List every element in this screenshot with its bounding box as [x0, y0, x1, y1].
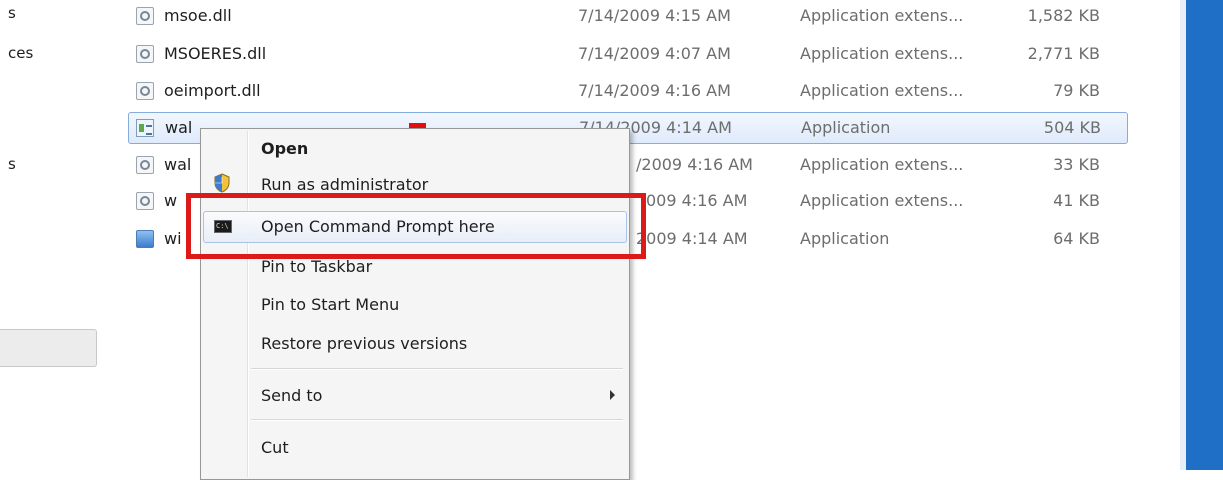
file-row-msoeres[interactable]: MSOERES.dll 7/14/2009 4:07 AM Applicatio… [128, 40, 1128, 70]
nav-item-1[interactable]: s [8, 4, 16, 22]
menu-separator [251, 419, 623, 421]
file-date: 009 4:16 AM [646, 191, 748, 210]
nav-scrollbar-thumb[interactable] [0, 329, 97, 367]
dll-file-icon [136, 82, 154, 100]
file-size: 33 KB [1053, 155, 1100, 174]
annotation-highlight-box [186, 193, 646, 259]
file-size: 1,582 KB [1027, 6, 1100, 25]
file-date: 2009 4:14 AM [636, 229, 748, 248]
file-size: 41 KB [1053, 191, 1100, 210]
file-name: wal [165, 118, 193, 137]
menu-item-send-to[interactable]: Send to [203, 380, 627, 412]
file-type: Application extens... [800, 191, 964, 210]
file-name: MSOERES.dll [164, 44, 267, 63]
menu-item-open[interactable]: Open [203, 133, 627, 165]
menu-item-cut[interactable]: Cut [203, 432, 627, 464]
menu-label-send-to: Send to [261, 386, 323, 405]
menu-label-restore-previous-versions: Restore previous versions [261, 334, 468, 353]
file-row-oeimport[interactable]: oeimport.dll 7/14/2009 4:16 AM Applicati… [128, 77, 1128, 107]
file-row-msoe[interactable]: msoe.dll 7/14/2009 4:15 AM Application e… [128, 2, 1128, 32]
executable-file-icon [136, 119, 154, 137]
file-date: 7/14/2009 4:16 AM [578, 81, 731, 100]
file-name: msoe.dll [164, 6, 232, 25]
menu-item-restore-previous-versions[interactable]: Restore previous versions [203, 328, 627, 360]
menu-label-open: Open [261, 139, 309, 158]
menu-item-pin-to-start-menu[interactable]: Pin to Start Menu [203, 289, 627, 321]
menu-label-cut: Cut [261, 438, 289, 457]
dll-file-icon [136, 7, 154, 25]
menu-separator [251, 368, 623, 370]
file-type: Application [800, 229, 890, 248]
file-name: wal [164, 155, 192, 174]
file-type: Application extens... [800, 44, 964, 63]
file-type: Application [801, 118, 891, 137]
dll-file-icon [136, 192, 154, 210]
uac-shield-icon [214, 173, 230, 193]
dll-file-icon [136, 45, 154, 63]
file-type: Application extens... [800, 81, 964, 100]
menu-label-pin-to-start-menu: Pin to Start Menu [261, 295, 400, 314]
file-date: /2009 4:16 AM [636, 155, 753, 174]
file-name: w [164, 191, 178, 210]
file-date: 7/14/2009 4:07 AM [578, 44, 731, 63]
context-menu: Open Run as administrator Open Command P… [200, 128, 630, 480]
window-border [1186, 0, 1223, 470]
file-type: Application extens... [800, 155, 964, 174]
nav-item-2[interactable]: ces [8, 44, 33, 62]
submenu-arrow-icon [610, 390, 615, 400]
menu-label-pin-to-taskbar: Pin to Taskbar [261, 257, 373, 276]
file-size: 504 KB [1043, 118, 1101, 137]
menu-label-run-as-administrator: Run as administrator [261, 175, 429, 194]
file-name: oeimport.dll [164, 81, 261, 100]
file-date: 7/14/2009 4:15 AM [578, 6, 731, 25]
dll-file-icon [136, 156, 154, 174]
file-size: 79 KB [1053, 81, 1100, 100]
file-size: 2,771 KB [1027, 44, 1100, 63]
file-name: wi [164, 229, 182, 248]
file-size: 64 KB [1053, 229, 1100, 248]
file-type: Application extens... [800, 6, 964, 25]
application-file-icon [136, 230, 154, 248]
nav-item-3[interactable]: s [8, 155, 16, 173]
